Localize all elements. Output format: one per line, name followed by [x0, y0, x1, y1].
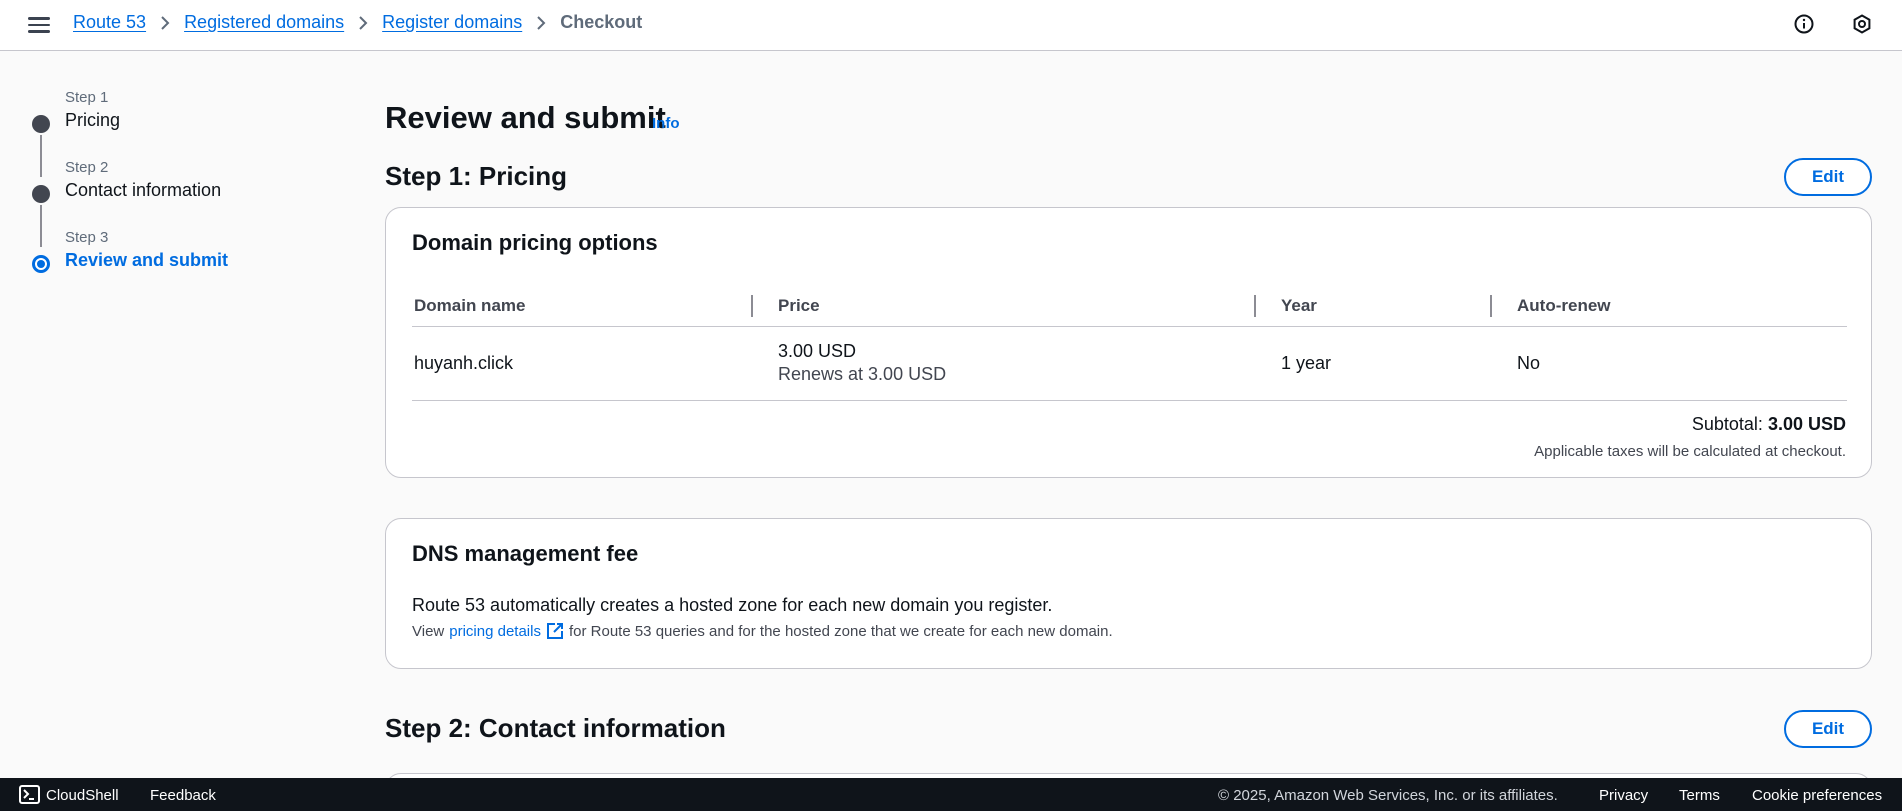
external-link-icon[interactable]: [546, 622, 564, 640]
step-number: Step 3: [65, 229, 109, 246]
domain-pricing-card: Domain pricing options Domain name Price…: [385, 207, 1872, 478]
edit-step1-button[interactable]: Edit: [1784, 158, 1872, 196]
subtotal: Subtotal: 3.00 USD: [1692, 414, 1846, 435]
chevron-right-icon: [536, 15, 546, 31]
breadcrumb-register-domains[interactable]: Register domains: [382, 12, 522, 33]
view-label: View: [412, 622, 445, 640]
cell-price: 3.00 USD Renews at 3.00 USD: [753, 326, 1256, 401]
column-header-auto-renew[interactable]: Auto-renew: [1492, 286, 1847, 327]
dns-note-rest: for Route 53 queries and for the hosted …: [568, 622, 1113, 640]
hamburger-menu-icon[interactable]: [28, 14, 50, 34]
cell-domain-name: huyanh.click: [412, 326, 753, 401]
step-title: Pricing: [65, 110, 121, 130]
dns-description: Route 53 automatically creates a hosted …: [412, 595, 1053, 615]
column-header-price[interactable]: Price: [753, 286, 1256, 327]
step2-header: Step 2: Contact information: [385, 713, 726, 743]
wizard-step-navigation: Step 1 Pricing Step 2 Contact informatio…: [28, 88, 328, 298]
feedback-link[interactable]: Feedback: [150, 787, 216, 804]
step-title: Review and submit: [65, 250, 229, 270]
pricing-table: Domain name Price Year Auto-renew huyanh…: [412, 286, 1847, 401]
step-review-and-submit[interactable]: Step 3 Review and submit: [28, 228, 328, 298]
step-title: Contact information: [65, 180, 222, 200]
breadcrumb-registered-domains[interactable]: Registered domains: [184, 12, 344, 33]
privacy-link[interactable]: Privacy: [1599, 787, 1648, 804]
info-circle-icon[interactable]: [1793, 13, 1815, 35]
cell-year: 1 year: [1256, 326, 1492, 401]
breadcrumb: Route 53 Registered domains Register dom…: [73, 12, 642, 33]
step-number: Step 1: [65, 89, 109, 106]
page-title: Review and submit: [385, 100, 666, 135]
column-header-domain-name[interactable]: Domain name: [412, 286, 753, 327]
cookie-preferences-link[interactable]: Cookie preferences: [1752, 787, 1882, 804]
price-value: 3.00 USD: [778, 341, 857, 361]
card-title: Domain pricing options: [412, 230, 658, 255]
tax-note: Applicable taxes will be calculated at c…: [1534, 443, 1846, 460]
renewal-price: Renews at 3.00 USD: [778, 364, 947, 384]
step-contact-information[interactable]: Step 2 Contact information: [28, 158, 328, 247]
chevron-right-icon: [358, 15, 368, 31]
breadcrumb-route53[interactable]: Route 53: [73, 12, 146, 33]
step-pricing[interactable]: Step 1 Pricing: [28, 88, 328, 177]
terms-link[interactable]: Terms: [1679, 787, 1720, 804]
edit-step2-button[interactable]: Edit: [1784, 710, 1872, 748]
pricing-details-link[interactable]: pricing details: [449, 623, 541, 640]
step-complete-dot: [32, 115, 50, 133]
breadcrumb-current-checkout: Checkout: [560, 12, 643, 32]
table-header-row: Domain name Price Year Auto-renew: [412, 286, 1847, 327]
chevron-right-icon: [160, 15, 170, 31]
cell-auto-renew: No: [1492, 326, 1847, 401]
copyright-text: © 2025, Amazon Web Services, Inc. or its…: [1218, 787, 1558, 804]
step-number: Step 2: [65, 159, 109, 176]
info-link[interactable]: Info: [652, 115, 680, 132]
top-navigation-bar: Route 53 Registered domains Register dom…: [0, 0, 1902, 51]
step1-header: Step 1: Pricing: [385, 161, 568, 191]
step-complete-dot: [32, 185, 50, 203]
settings-icon[interactable]: [1851, 13, 1873, 35]
subtotal-label: Subtotal:: [1691, 414, 1763, 434]
cloudshell-icon[interactable]: [19, 785, 40, 804]
table-row: huyanh.click 3.00 USD Renews at 3.00 USD…: [412, 326, 1847, 401]
subtotal-value: 3.00 USD: [1767, 414, 1846, 434]
footer-bar: CloudShell Feedback © 2025, Amazon Web S…: [0, 778, 1902, 811]
column-header-year[interactable]: Year: [1256, 286, 1492, 327]
card-title: DNS management fee: [412, 541, 639, 566]
dns-management-fee-card: DNS management fee Route 53 automaticall…: [385, 518, 1872, 669]
dns-pricing-note: View pricing details for Route 53 querie…: [412, 622, 1113, 640]
cloudshell-link[interactable]: CloudShell: [46, 787, 119, 804]
step-current-dot: [32, 255, 50, 273]
